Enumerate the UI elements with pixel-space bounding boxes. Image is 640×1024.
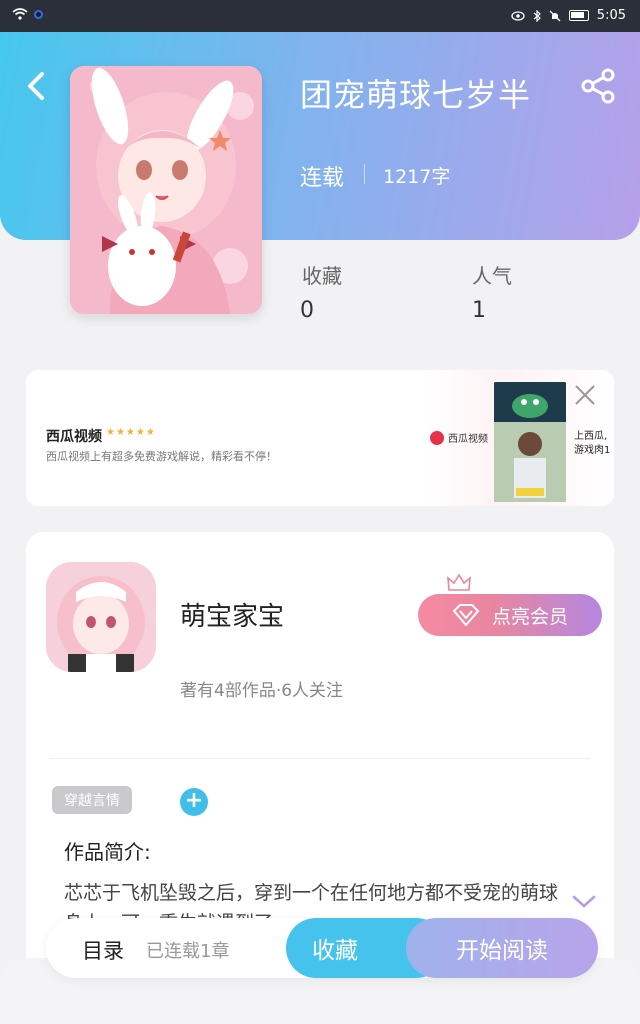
status-bar: 5:05 — [0, 0, 640, 32]
stat-popularity-value: 1 — [472, 298, 486, 323]
toc-button[interactable]: 目录 — [82, 935, 124, 965]
share-button[interactable] — [578, 66, 618, 106]
expand-chevron-icon[interactable] — [572, 894, 596, 910]
book-status: 连载 — [300, 166, 345, 191]
ad-side-text-line-1: 上西瓜, — [574, 431, 608, 442]
notification-dot-icon — [34, 9, 43, 19]
ad-app-name: 西瓜视频 — [46, 429, 102, 445]
book-title: 团宠萌球七岁半 — [300, 76, 532, 114]
author-divider — [50, 758, 590, 759]
crown-icon — [447, 573, 471, 591]
start-reading-button[interactable]: 开始阅读 — [406, 918, 598, 978]
ad-side-text-line-2: 游戏肉1 — [574, 445, 611, 456]
ad-video-thumbnail — [494, 382, 566, 502]
author-meta: 著有4部作品·6人关注 — [180, 681, 344, 701]
wifi-icon — [12, 8, 28, 20]
ad-logo: 西瓜视频 — [430, 430, 488, 445]
ad-description: 西瓜视频上有超多免费游戏解说，精彩看不停！ — [46, 450, 277, 463]
start-reading-label: 开始阅读 — [456, 938, 548, 964]
favorite-button-label: 收藏 — [312, 938, 358, 964]
stat-favorites-value: 0 — [300, 298, 314, 323]
ad-banner[interactable]: 西瓜视频 ★★★★★ 西瓜视频上有超多免费游戏解说，精彩看不停！ 西瓜视频 上西… — [26, 370, 614, 506]
status-divider — [364, 164, 365, 184]
eye-icon — [511, 10, 525, 21]
author-avatar[interactable] — [46, 562, 156, 672]
book-cover — [70, 66, 262, 314]
xigua-logo-icon — [430, 430, 444, 445]
ad-rating-stars: ★★★★★ — [106, 427, 156, 438]
back-button[interactable] — [20, 66, 54, 106]
add-tag-button[interactable]: + — [180, 788, 208, 816]
genre-tag[interactable]: 穿越言情 — [52, 786, 132, 814]
stat-favorites-label: 收藏 — [302, 264, 342, 288]
book-word-count: 1217字 — [383, 166, 451, 188]
stat-popularity-label: 人气 — [472, 264, 512, 288]
ad-close-button[interactable] — [572, 382, 598, 408]
diamond-icon — [452, 604, 480, 626]
battery-icon — [568, 10, 589, 21]
vip-button-label: 点亮会员 — [491, 605, 568, 628]
ad-logo-text: 西瓜视频 — [448, 434, 488, 445]
mute-icon — [549, 10, 561, 21]
author-name[interactable]: 萌宝家宝 — [180, 596, 284, 633]
chapter-count[interactable]: 已连载1章 — [146, 937, 229, 963]
bluetooth-icon — [533, 9, 541, 22]
vip-button[interactable]: 点亮会员 — [418, 594, 602, 636]
intro-title: 作品简介: — [64, 840, 151, 864]
ad-side-text: 上西瓜, 游戏肉1 — [574, 430, 610, 458]
status-time: 5:05 — [596, 8, 626, 23]
